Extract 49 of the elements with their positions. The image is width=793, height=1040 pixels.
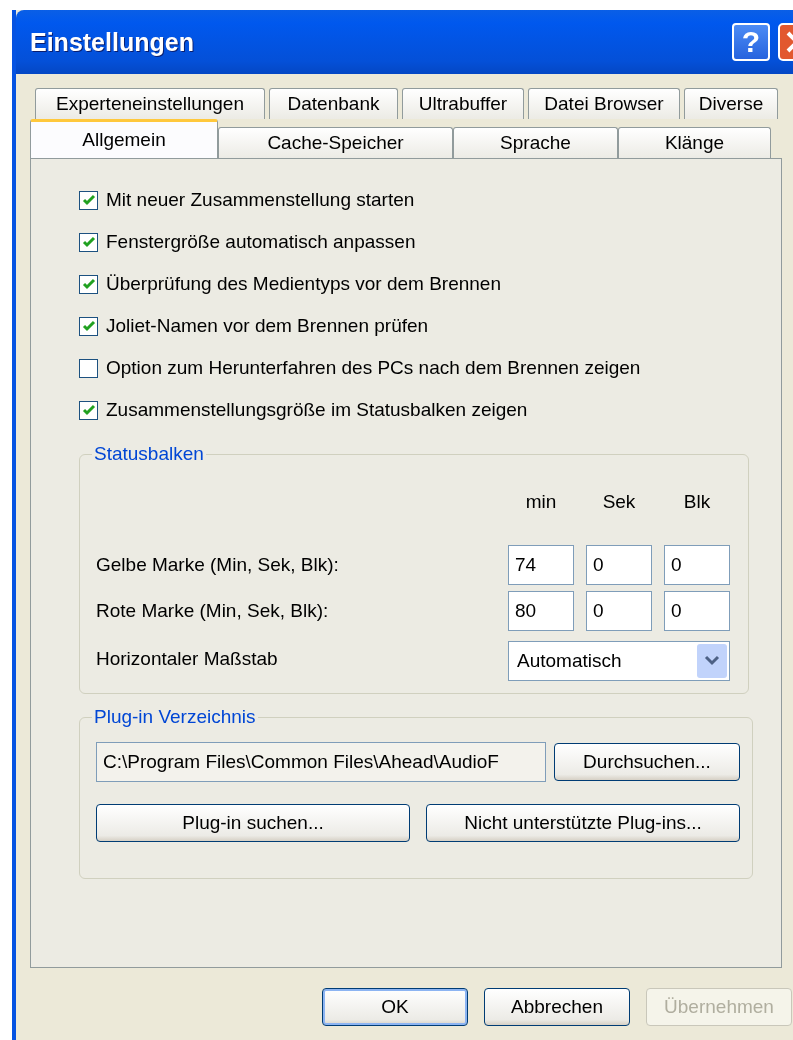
dialog-button[interactable]: OK <box>322 988 468 1026</box>
checkmark-icon <box>81 277 96 291</box>
browse-button[interactable]: Durchsuchen... <box>554 743 740 781</box>
plugin-button[interactable]: Nicht unterstützte Plug-ins... <box>426 804 740 842</box>
tab[interactable]: Diverse <box>684 88 778 119</box>
path-field[interactable]: C:\Program Files\Common Files\Ahead\AudioF <box>96 742 546 782</box>
tab[interactable]: Experteneinstellungen <box>35 88 265 119</box>
group-title: Plug-in Verzeichnis <box>93 706 257 728</box>
input-field[interactable]: 0 <box>586 545 652 585</box>
column-header: Blk <box>682 491 712 513</box>
checkbox[interactable] <box>79 232 98 252</box>
checkbox-label: Zusammenstellungsgröße im Statusbalken zeigen <box>106 399 528 421</box>
help-button[interactable]: ? <box>732 23 770 61</box>
input-field[interactable]: 0 <box>664 591 730 631</box>
checkbox[interactable] <box>79 190 98 210</box>
dialog-button[interactable]: Abbrechen <box>484 988 630 1026</box>
column-header: Sek <box>601 491 637 513</box>
checkbox[interactable] <box>79 274 98 294</box>
input-field[interactable]: 80 <box>508 591 574 631</box>
checkmark-icon <box>81 403 96 417</box>
checkbox-label: Mit neuer Zusammenstellung starten <box>106 189 415 211</box>
input-field[interactable]: 74 <box>508 545 574 585</box>
tab[interactable]: Datei Browser <box>528 88 680 119</box>
checkbox[interactable] <box>79 400 98 420</box>
tab[interactable]: Datenbank <box>269 88 398 119</box>
field-label: Horizontaler Maßstab <box>96 648 279 670</box>
dropdown[interactable]: Automatisch <box>508 641 730 681</box>
checkmark-icon <box>81 235 96 249</box>
checkmark-icon <box>81 193 96 207</box>
checkmark-icon <box>81 319 96 333</box>
checkbox-label: Option zum Herunterfahren des PCs nach dem Brennen zeigen <box>106 357 641 379</box>
tab[interactable]: Sprache <box>453 127 618 158</box>
checkbox-label: Fenstergröße automatisch anpassen <box>106 231 416 253</box>
tab[interactable]: Klänge <box>618 127 771 158</box>
window-title: Einstellungen <box>30 27 195 57</box>
field-label: Rote Marke (Min, Sek, Blk): <box>96 600 330 622</box>
checkbox[interactable] <box>79 316 98 336</box>
field-label: Gelbe Marke (Min, Sek, Blk): <box>96 554 340 576</box>
tab[interactable]: Allgemein <box>30 119 218 158</box>
input-field[interactable]: 0 <box>586 591 652 631</box>
group-title: Statusbalken <box>93 443 205 465</box>
checkbox[interactable] <box>79 358 98 378</box>
plugin-button[interactable]: Plug-in suchen... <box>96 804 410 842</box>
input-field[interactable]: 0 <box>664 545 730 585</box>
column-header: min <box>524 491 558 513</box>
checkbox-label: Überprüfung des Medientyps vor dem Brennen <box>106 273 501 295</box>
tab[interactable]: Cache-Speicher <box>218 127 453 158</box>
checkbox-label: Joliet-Namen vor dem Brennen prüfen <box>106 315 429 337</box>
tab[interactable]: Ultrabuffer <box>402 88 524 119</box>
